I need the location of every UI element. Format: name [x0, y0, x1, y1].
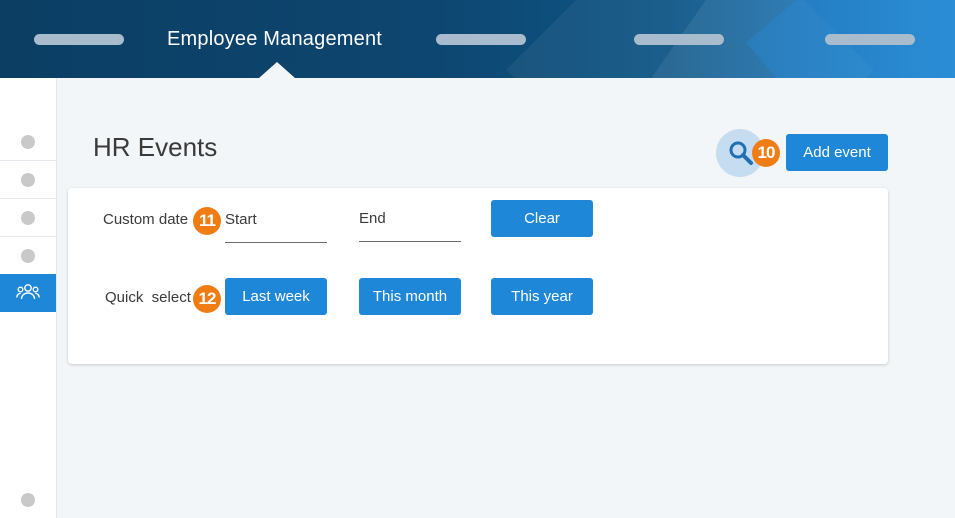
sidebar-dot-icon	[21, 173, 35, 187]
nav-item-employee-management[interactable]: Employee Management	[167, 28, 382, 51]
sidebar-dot-icon	[21, 249, 35, 263]
nav-placeholder-item[interactable]	[34, 34, 124, 45]
sidebar-item-employees[interactable]	[0, 274, 56, 312]
sidebar-item[interactable]	[0, 161, 56, 199]
people-icon	[16, 284, 40, 300]
step-badge: 10	[752, 139, 780, 167]
active-nav-indicator	[259, 62, 295, 78]
this-month-button[interactable]: This month	[359, 278, 461, 315]
this-year-button[interactable]: This year	[491, 278, 593, 315]
sidebar-bottom-icon[interactable]	[21, 493, 35, 507]
nav-placeholder-item[interactable]	[436, 34, 526, 45]
search-icon	[729, 141, 753, 165]
quick-select-label: Quick select	[105, 289, 191, 306]
filter-card: Custom date 11 Start End Clear Quick sel…	[68, 188, 888, 364]
step-badge: 11	[193, 207, 221, 235]
add-event-button[interactable]: Add event	[786, 134, 888, 171]
sidebar	[0, 78, 57, 518]
start-date-field[interactable]: Start	[225, 211, 327, 243]
sidebar-dot-icon	[21, 211, 35, 225]
nav-placeholder-item[interactable]	[825, 34, 915, 45]
sidebar-item[interactable]	[0, 123, 56, 161]
last-week-button[interactable]: Last week	[225, 278, 327, 315]
step-badge: 12	[193, 285, 221, 313]
page-title: HR Events	[93, 132, 218, 162]
clear-button[interactable]: Clear	[491, 200, 593, 237]
custom-date-label: Custom date	[103, 211, 189, 228]
sidebar-dot-icon	[21, 135, 35, 149]
top-nav-bar: Employee Management	[0, 0, 955, 78]
sidebar-item[interactable]	[0, 199, 56, 237]
end-date-field[interactable]: End	[359, 210, 461, 242]
nav-placeholder-item[interactable]	[634, 34, 724, 45]
sidebar-item[interactable]	[0, 237, 56, 275]
